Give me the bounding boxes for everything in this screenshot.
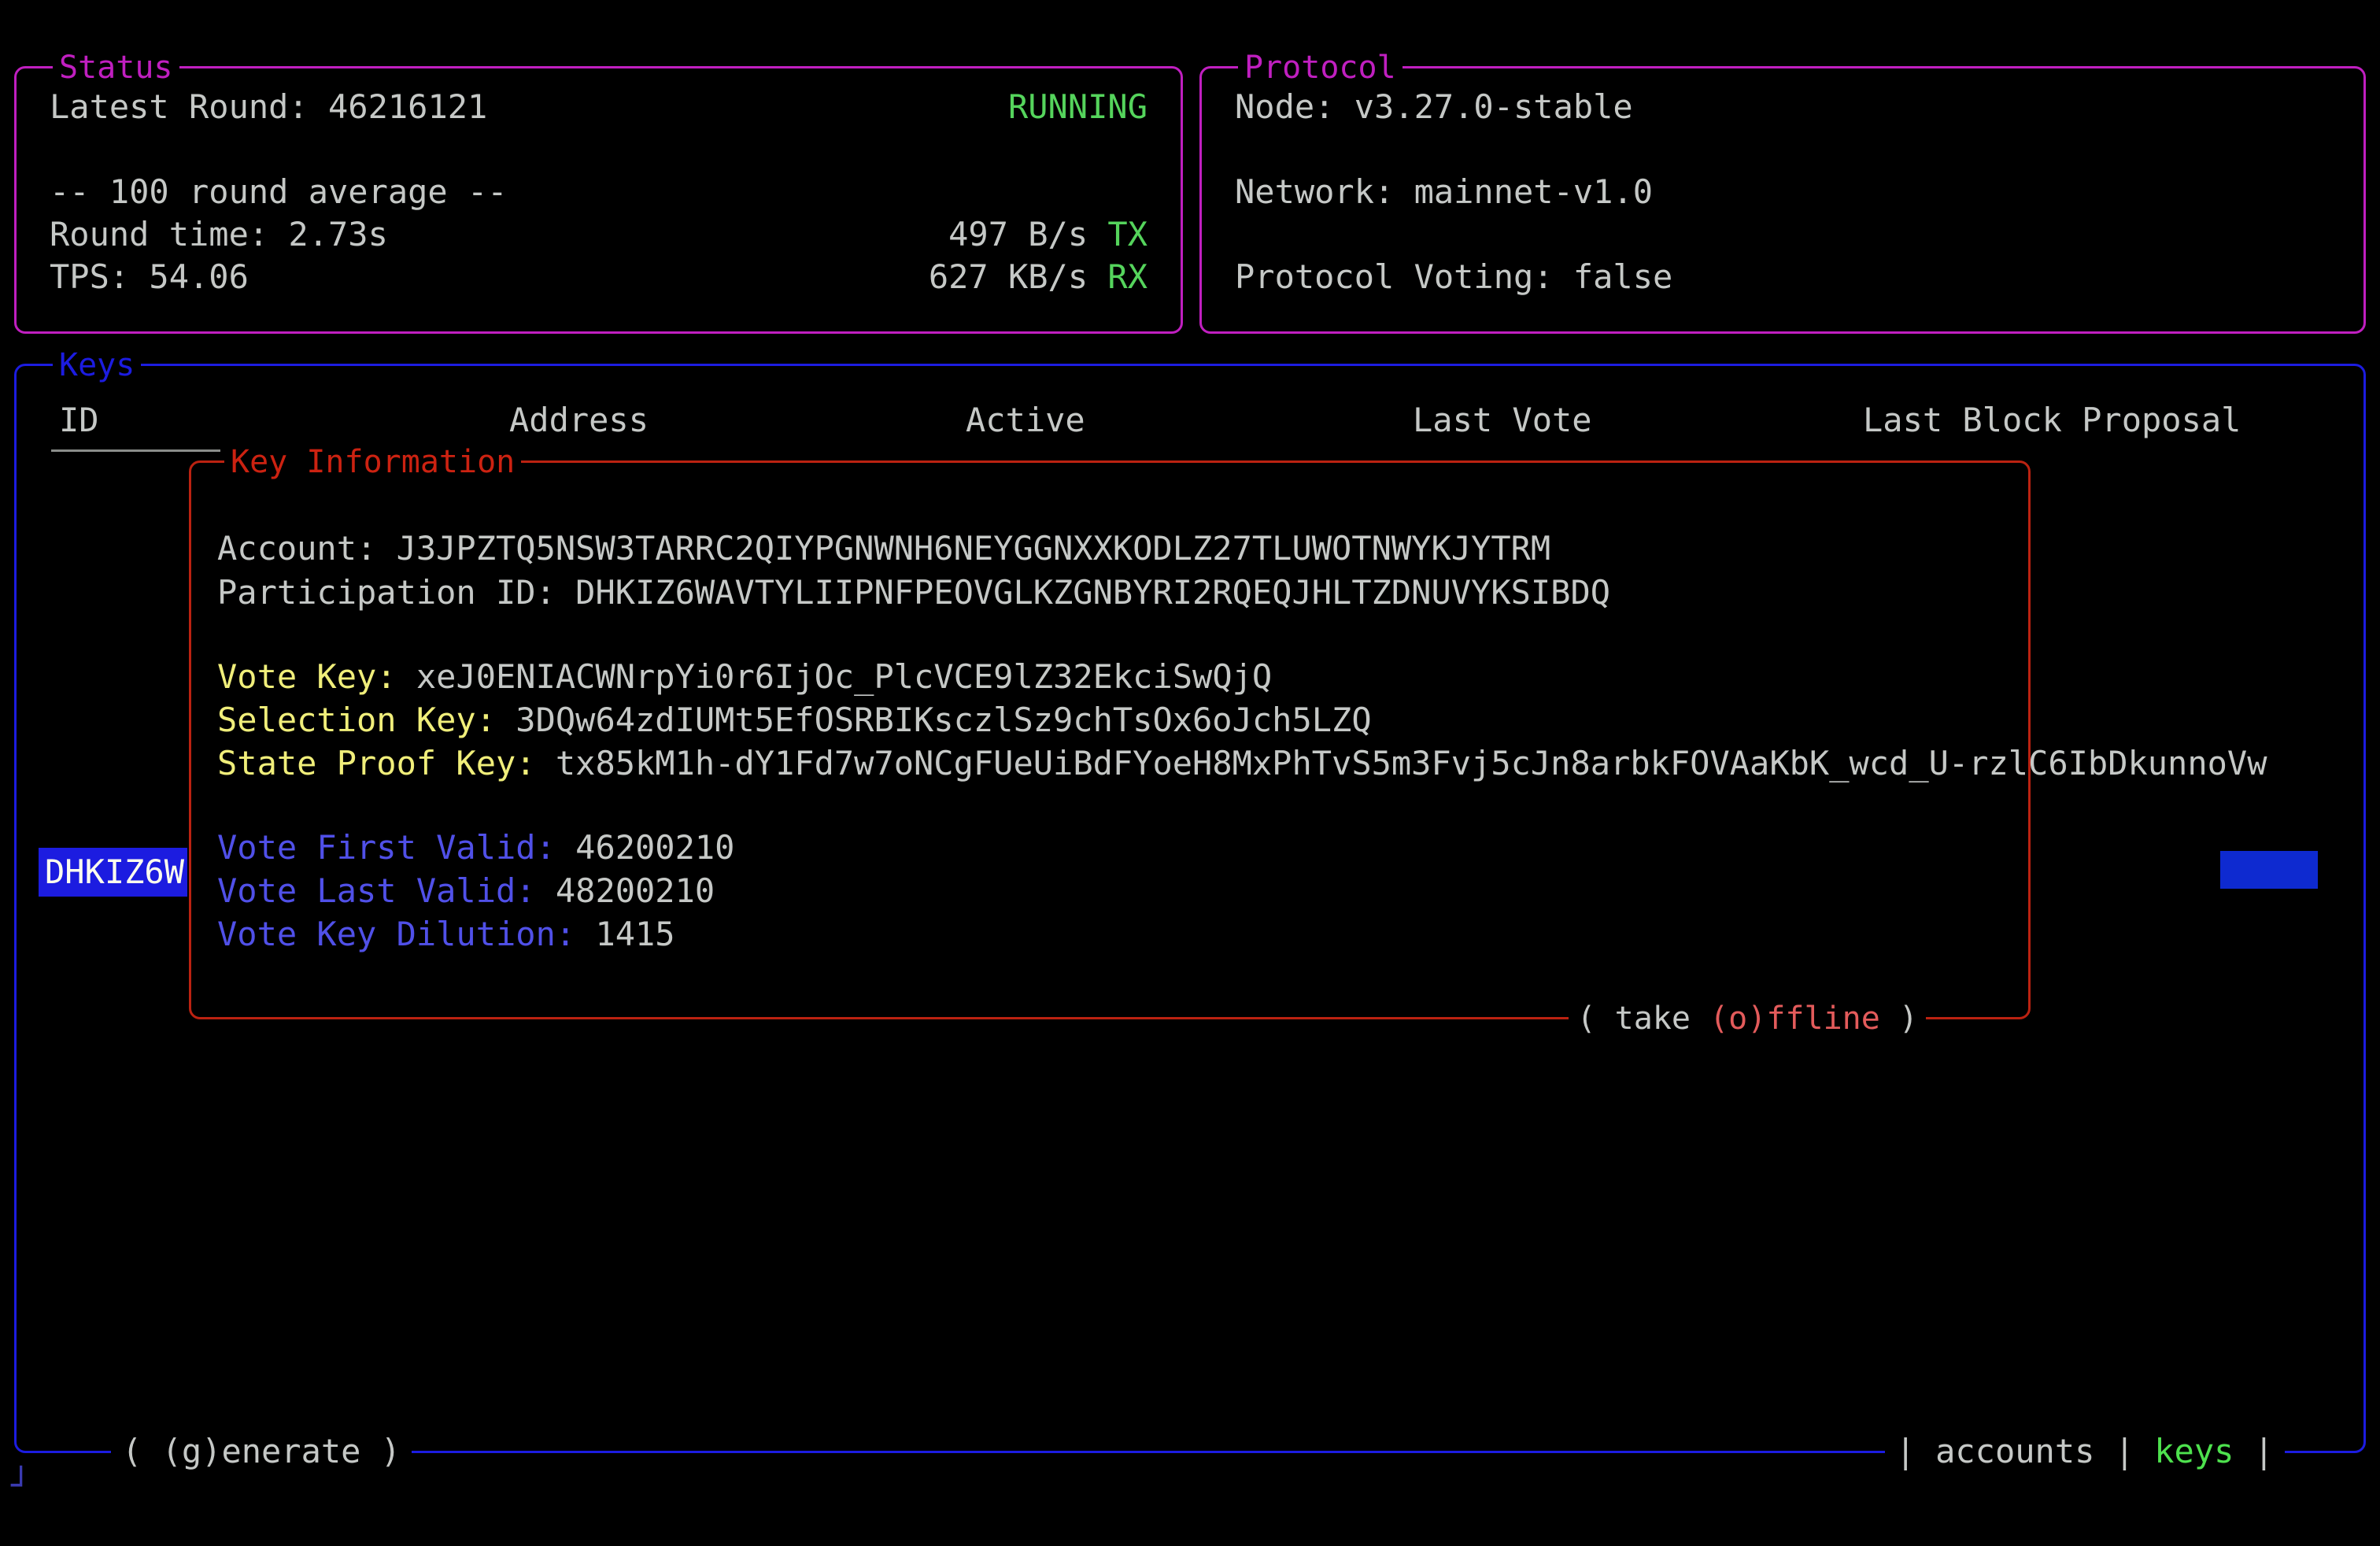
network-row: Network: mainnet-v1.0	[1235, 171, 1653, 213]
generate-button[interactable]: ( (g)enerate )	[111, 1431, 412, 1472]
vote-first-valid-row: Vote First Valid: 46200210	[217, 827, 734, 869]
vote-key-dilution-label: Vote Key Dilution:	[217, 915, 595, 953]
keys-panel-title: Keys	[53, 347, 141, 383]
keys-header-divider	[51, 449, 220, 452]
tabs-leading-separator: |	[1896, 1432, 1936, 1470]
column-header-active: Active	[966, 399, 1085, 442]
column-header-id: ID	[59, 399, 99, 442]
table-row[interactable]: DHKIZ6W	[39, 848, 187, 897]
latest-round-value: 46216121	[328, 87, 487, 126]
offline-take-label: take	[1615, 1000, 1709, 1037]
offline-paren-open: (	[1576, 1000, 1614, 1037]
generate-hotkey: (g)	[162, 1432, 222, 1470]
vote-last-valid-label: Vote Last Valid:	[217, 871, 556, 910]
state-proof-key-value: tx85kM1h-dY1Fd7w7oNCgFUeUiBdFYoeH8MxPhTv…	[556, 744, 2267, 782]
column-header-address: Address	[509, 399, 649, 442]
account-row: Account: J3JPZTQ5NSW3TARRC2QIYPGNWNH6NEY…	[217, 527, 1550, 570]
table-row-selection-block[interactable]	[2220, 851, 2318, 889]
keys-table-header: ID Address Active Last Vote Last Block P…	[37, 399, 2343, 448]
selection-key-row: Selection Key: 3DQw64zdIUMt5EfOSRBIKsczl…	[217, 699, 1372, 742]
offline-hotkey: (o)	[1709, 1000, 1766, 1037]
rx-rate-row: 627 KB/s RX	[929, 256, 1148, 298]
vote-last-valid-value: 48200210	[556, 871, 715, 910]
node-version-row: Node: v3.27.0-stable	[1235, 86, 1633, 128]
offline-paren-close: )	[1880, 1000, 1918, 1037]
state-proof-key-label: State Proof Key:	[217, 744, 556, 782]
rx-label: RX	[1107, 257, 1148, 296]
vote-key-dilution-value: 1415	[595, 915, 674, 953]
tabs-separator: |	[2094, 1432, 2154, 1470]
latest-round-row: Latest Round: 46216121	[50, 86, 487, 128]
generate-paren-open: (	[122, 1432, 162, 1470]
latest-round-label: Latest Round:	[50, 87, 328, 126]
key-information-dialog-title: Key Information	[224, 444, 521, 480]
protocol-panel-title: Protocol	[1238, 50, 1402, 86]
average-header: -- 100 round average --	[50, 171, 508, 213]
status-panel: Status Latest Round: 46216121 RUNNING --…	[14, 66, 1183, 334]
account-value: J3JPZTQ5NSW3TARRC2QIYPGNWNH6NEYGGNXXKODL…	[397, 529, 1551, 568]
participation-id-label: Participation ID:	[217, 573, 575, 612]
vote-key-label: Vote Key:	[217, 657, 416, 696]
generate-label: enerate	[221, 1432, 360, 1470]
offline-label: ffline	[1766, 1000, 1880, 1037]
state-proof-key-row: State Proof Key: tx85kM1h-dY1Fd7w7oNCgFU…	[217, 742, 2267, 785]
key-information-dialog: Key Information Account: J3JPZTQ5NSW3TAR…	[189, 460, 2031, 1019]
column-header-last-vote: Last Vote	[1413, 399, 1592, 442]
bottom-tabs: | accounts | keys |	[1885, 1431, 2285, 1472]
column-header-last-block-proposal: Last Block Proposal	[1863, 399, 2241, 442]
vote-first-valid-label: Vote First Valid:	[217, 828, 575, 867]
status-panel-title: Status	[53, 50, 179, 86]
vote-key-dilution-row: Vote Key Dilution: 1415	[217, 913, 675, 956]
protocol-voting-row: Protocol Voting: false	[1235, 256, 1672, 298]
round-time-row: Round time: 2.73s	[50, 213, 388, 256]
rx-rate-value: 627 KB/s	[929, 257, 1108, 296]
generate-paren-close: )	[360, 1432, 401, 1470]
account-label: Account:	[217, 529, 397, 568]
vote-last-valid-row: Vote Last Valid: 48200210	[217, 870, 715, 912]
terminal-cursor: ┘	[11, 1466, 31, 1505]
participation-id-value: DHKIZ6WAVTYLIIPNFPEOVGLKZGNBYRI2RQEQJHLT…	[575, 573, 1610, 612]
selection-key-label: Selection Key:	[217, 701, 516, 739]
tx-rate-row: 497 B/s TX	[948, 213, 1148, 256]
tab-keys[interactable]: keys	[2154, 1432, 2234, 1470]
vote-first-valid-value: 46200210	[575, 828, 734, 867]
tx-rate-value: 497 B/s	[948, 215, 1107, 253]
protocol-panel: Protocol Node: v3.27.0-stable Network: m…	[1199, 66, 2366, 334]
tab-accounts[interactable]: accounts	[1935, 1432, 2094, 1470]
take-offline-button[interactable]: ( take (o)ffline )	[1569, 999, 1926, 1038]
vote-key-value: xeJ0ENIACWNrpYi0r6IjOc_PlcVCE9lZ32EkciSw…	[416, 657, 1272, 696]
tps-row: TPS: 54.06	[50, 256, 249, 298]
participation-id-row: Participation ID: DHKIZ6WAVTYLIIPNFPEOVG…	[217, 571, 1610, 614]
selection-key-value: 3DQw64zdIUMt5EfOSRBIKsczlSz9chTsOx6oJch5…	[516, 701, 1371, 739]
vote-key-row: Vote Key: xeJ0ENIACWNrpYi0r6IjOc_PlcVCE9…	[217, 656, 1272, 698]
tabs-trailing-separator: |	[2234, 1432, 2274, 1470]
node-state-badge: RUNNING	[1008, 86, 1148, 128]
tx-label: TX	[1107, 215, 1148, 253]
